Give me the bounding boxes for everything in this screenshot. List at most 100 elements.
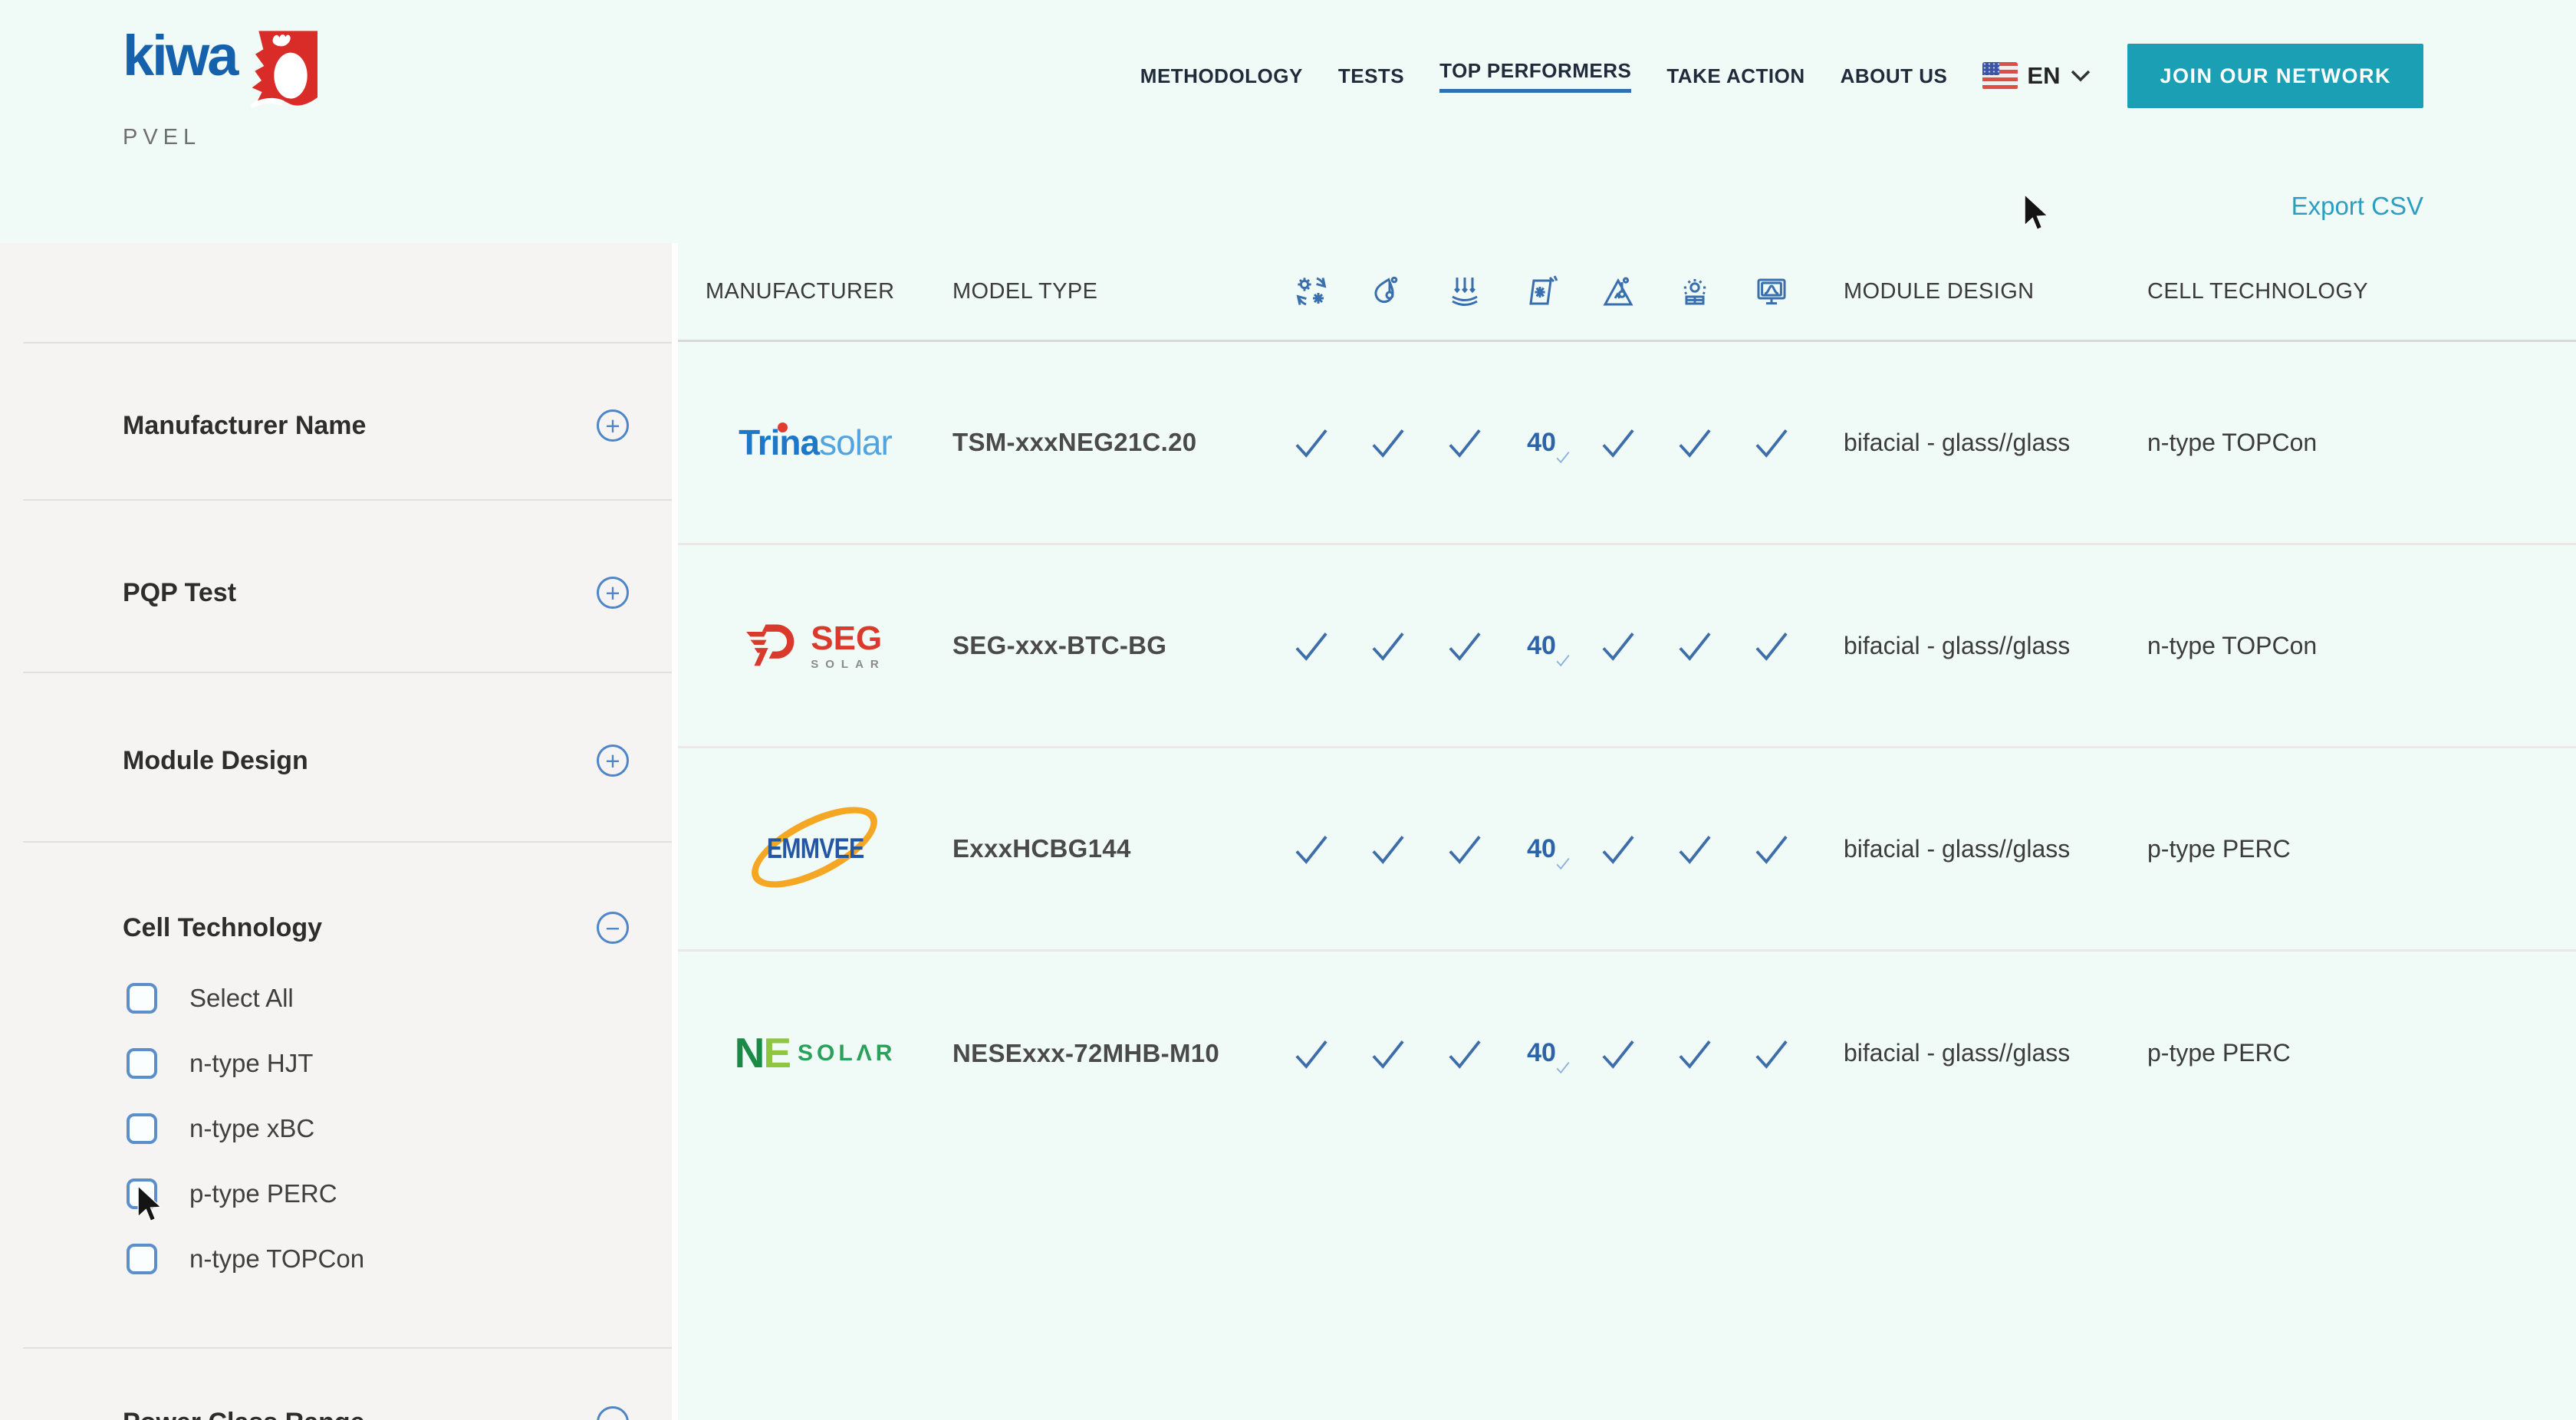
check-icon	[1350, 1033, 1426, 1074]
check-icon	[1350, 422, 1426, 463]
checkbox-icon[interactable]	[127, 1048, 157, 1079]
table-row-seg[interactable]: SEG SOLAR SEG-xxx-BTC-BG 40 bifacial - g…	[678, 545, 2576, 748]
check-icon	[1426, 1033, 1503, 1074]
check-icon	[1273, 625, 1350, 666]
thermal-cycling-icon[interactable]	[1273, 273, 1350, 310]
pan-performance-icon[interactable]	[1733, 273, 1810, 310]
filter-section-module-design[interactable]: Module Design +	[0, 738, 672, 784]
small-check-icon	[1554, 855, 1571, 872]
small-check-icon	[1554, 1059, 1571, 1076]
checkbox-icon[interactable]	[127, 1244, 157, 1274]
collapse-minus-icon[interactable]: −	[597, 912, 629, 944]
expand-plus-icon[interactable]: +	[597, 745, 629, 777]
module-design-value: bifacial - glass//glass	[1810, 429, 2140, 457]
table-header-row: MANUFACTURER MODEL TYPE	[678, 243, 2576, 342]
filter-title: Power Class Range	[123, 1408, 365, 1420]
filter-title: PQP Test	[123, 578, 236, 608]
check-icon	[1426, 422, 1503, 463]
col-header-cell-technology[interactable]: CELL TECHNOLOGY	[2140, 279, 2576, 304]
divider	[23, 672, 672, 673]
check-icon	[1656, 625, 1733, 666]
nav-about-us[interactable]: ABOUT US	[1841, 64, 1948, 88]
mouse-cursor	[135, 1185, 164, 1228]
check-icon	[1580, 1033, 1656, 1074]
damp-heat-icon[interactable]	[1350, 273, 1426, 310]
checkbox-icon[interactable]	[127, 983, 157, 1014]
hail-stress-icon[interactable]	[1503, 273, 1580, 310]
kiwa-wordmark: kiwa	[123, 31, 236, 81]
check-icon	[1580, 828, 1656, 869]
small-check-icon	[1554, 449, 1571, 465]
check-icon	[1350, 828, 1426, 869]
col-header-manufacturer[interactable]: MANUFACTURER	[678, 279, 952, 304]
table-row-trina[interactable]: Trinasolar TSM-xxxNEG21C.20 40 bifacial …	[678, 342, 2576, 545]
hail-rating-value: 40	[1503, 1038, 1580, 1068]
expand-plus-icon[interactable]: +	[597, 409, 629, 442]
lid-letid-icon[interactable]	[1656, 273, 1733, 310]
check-icon	[1656, 1033, 1733, 1074]
manufacturer-logo-seg: SEG SOLAR	[678, 620, 952, 672]
check-icon	[1273, 422, 1350, 463]
module-design-value: bifacial - glass//glass	[1810, 835, 2140, 863]
cell-technology-value: n-type TOPCon	[2140, 632, 2576, 660]
small-check-icon	[1554, 652, 1571, 669]
cell-technology-value: p-type PERC	[2140, 1039, 2576, 1067]
nav-take-action[interactable]: TAKE ACTION	[1666, 64, 1805, 88]
filters-sidebar: Manufacturer Name + PQP Test + Module De…	[0, 243, 678, 1420]
check-icon	[1656, 828, 1733, 869]
model-type: ExxxHCBG144	[952, 834, 1273, 863]
cell-technology-value: p-type PERC	[2140, 835, 2576, 863]
filter-section-pqp-test[interactable]: PQP Test +	[0, 570, 672, 616]
cell-technology-value: n-type TOPCon	[2140, 429, 2576, 457]
check-icon	[1733, 422, 1810, 463]
filter-section-power-class[interactable]: Power Class Range −	[0, 1399, 672, 1420]
col-header-module-design[interactable]: MODULE DESIGN	[1810, 279, 2140, 304]
check-icon	[1656, 422, 1733, 463]
check-icon	[1580, 422, 1656, 463]
module-design-value: bifacial - glass//glass	[1810, 1039, 2140, 1067]
divider	[23, 499, 672, 501]
nav-tests[interactable]: TESTS	[1338, 64, 1404, 88]
pid-icon[interactable]	[1580, 273, 1656, 310]
main-nav: METHODOLOGY TESTS TOP PERFORMERS TAKE AC…	[1140, 44, 2423, 108]
manufacturer-logo-trina: Trinasolar	[678, 422, 952, 463]
nav-methodology[interactable]: METHODOLOGY	[1140, 64, 1303, 88]
filter-section-manufacturer-name[interactable]: Manufacturer Name +	[0, 403, 672, 449]
model-type: SEG-xxx-BTC-BG	[952, 631, 1273, 660]
kiwa-pvel-logo[interactable]: kiwa PVEL	[123, 31, 317, 150]
join-network-button[interactable]: JOIN OUR NETWORK	[2127, 44, 2423, 108]
filter-title: Cell Technology	[123, 913, 322, 943]
pvel-subtitle: PVEL	[123, 125, 317, 150]
language-selector[interactable]: EN	[1982, 62, 2092, 90]
table-row-emmvee[interactable]: EMMVEE ExxxHCBG144 40 bifacial - glass//…	[678, 748, 2576, 952]
checkbox-select-all[interactable]: Select All	[127, 981, 294, 1016]
us-flag-icon	[1982, 62, 2018, 90]
check-icon	[1733, 1033, 1810, 1074]
nav-top-performers[interactable]: TOP PERFORMERS	[1439, 59, 1631, 93]
checkbox-n-type-xbc[interactable]: n-type xBC	[127, 1111, 314, 1146]
hail-rating-value: 40	[1503, 428, 1580, 458]
col-header-model-type[interactable]: MODEL TYPE	[952, 279, 1273, 304]
check-icon	[1273, 1033, 1350, 1074]
collapse-minus-icon[interactable]: −	[597, 1406, 629, 1420]
mechanical-stress-icon[interactable]	[1426, 273, 1503, 310]
check-icon	[1350, 625, 1426, 666]
check-icon	[1273, 828, 1350, 869]
checkbox-n-type-topcon[interactable]: n-type TOPCon	[127, 1241, 364, 1277]
table-row-ne-solar[interactable]: N E SOLΛR NESExxx-72MHB-M10 40 bifacial …	[678, 952, 2576, 1155]
results-table: MANUFACTURER MODEL TYPE	[678, 243, 2576, 1420]
filter-title: Manufacturer Name	[123, 411, 366, 441]
language-code: EN	[2027, 62, 2060, 90]
filter-section-cell-technology[interactable]: Cell Technology −	[0, 905, 672, 951]
module-design-value: bifacial - glass//glass	[1810, 632, 2140, 660]
export-csv-link[interactable]: Export CSV	[2291, 192, 2423, 221]
divider	[23, 841, 672, 843]
filter-title: Module Design	[123, 746, 308, 776]
divider	[23, 342, 672, 343]
model-type: TSM-xxxNEG21C.20	[952, 428, 1273, 457]
check-icon	[1733, 828, 1810, 869]
checkbox-icon[interactable]	[127, 1113, 157, 1144]
expand-plus-icon[interactable]: +	[597, 577, 629, 609]
top-performers-page: { "brand": { "name": "kiwa", "subtitle":…	[0, 0, 2576, 1420]
checkbox-n-type-hjt[interactable]: n-type HJT	[127, 1046, 313, 1081]
